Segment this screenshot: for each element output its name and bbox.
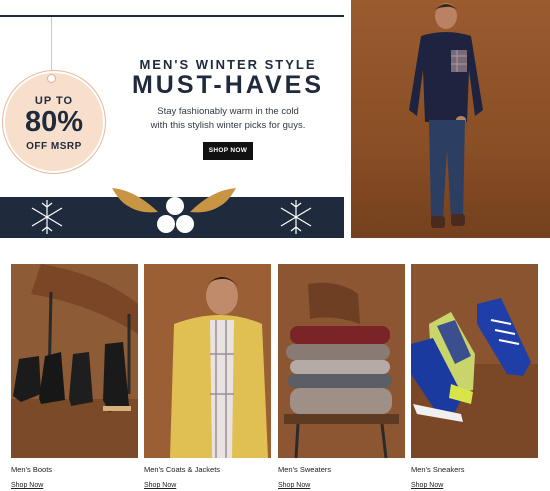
snowballs-icon	[157, 197, 194, 233]
sneakers-photo[interactable]	[411, 264, 538, 458]
shop-now-link[interactable]: Shop Now	[144, 482, 176, 489]
snowflake-left-icon	[31, 200, 63, 234]
category-label[interactable]: Men's Coats & Jackets	[144, 465, 220, 474]
boots-photo[interactable]	[11, 264, 138, 458]
sweaters-photo[interactable]	[278, 264, 405, 458]
sneakers-illustration	[411, 264, 538, 458]
coats-photo[interactable]	[144, 264, 271, 458]
category-label[interactable]: Men's Sneakers	[411, 465, 465, 474]
holiday-decor	[31, 188, 312, 234]
category-label[interactable]: Men's Sweaters	[278, 465, 331, 474]
boots-illustration	[11, 264, 138, 458]
category-card-boots[interactable]: Men's Boots Shop Now	[11, 264, 138, 491]
category-card-coats[interactable]: Men's Coats & Jackets Shop Now	[144, 264, 271, 491]
sweaters-illustration	[278, 264, 405, 458]
model-figure	[409, 3, 483, 228]
hero-banner: UP TO 80% OFF MSRP MEN'S WINTER STYLE MU…	[0, 0, 350, 238]
shop-now-link[interactable]: Shop Now	[11, 482, 43, 489]
shop-now-link[interactable]: Shop Now	[411, 482, 443, 489]
category-label[interactable]: Men's Boots	[11, 465, 52, 474]
hero-model-photo	[351, 0, 550, 238]
category-card-sneakers[interactable]: Men's Sneakers Shop Now	[411, 264, 538, 491]
shop-now-link[interactable]: Shop Now	[278, 482, 310, 489]
coat-model-illustration	[144, 264, 271, 458]
snowflake-right-icon	[280, 200, 312, 234]
category-card-sweaters[interactable]: Men's Sweaters Shop Now	[278, 264, 405, 491]
